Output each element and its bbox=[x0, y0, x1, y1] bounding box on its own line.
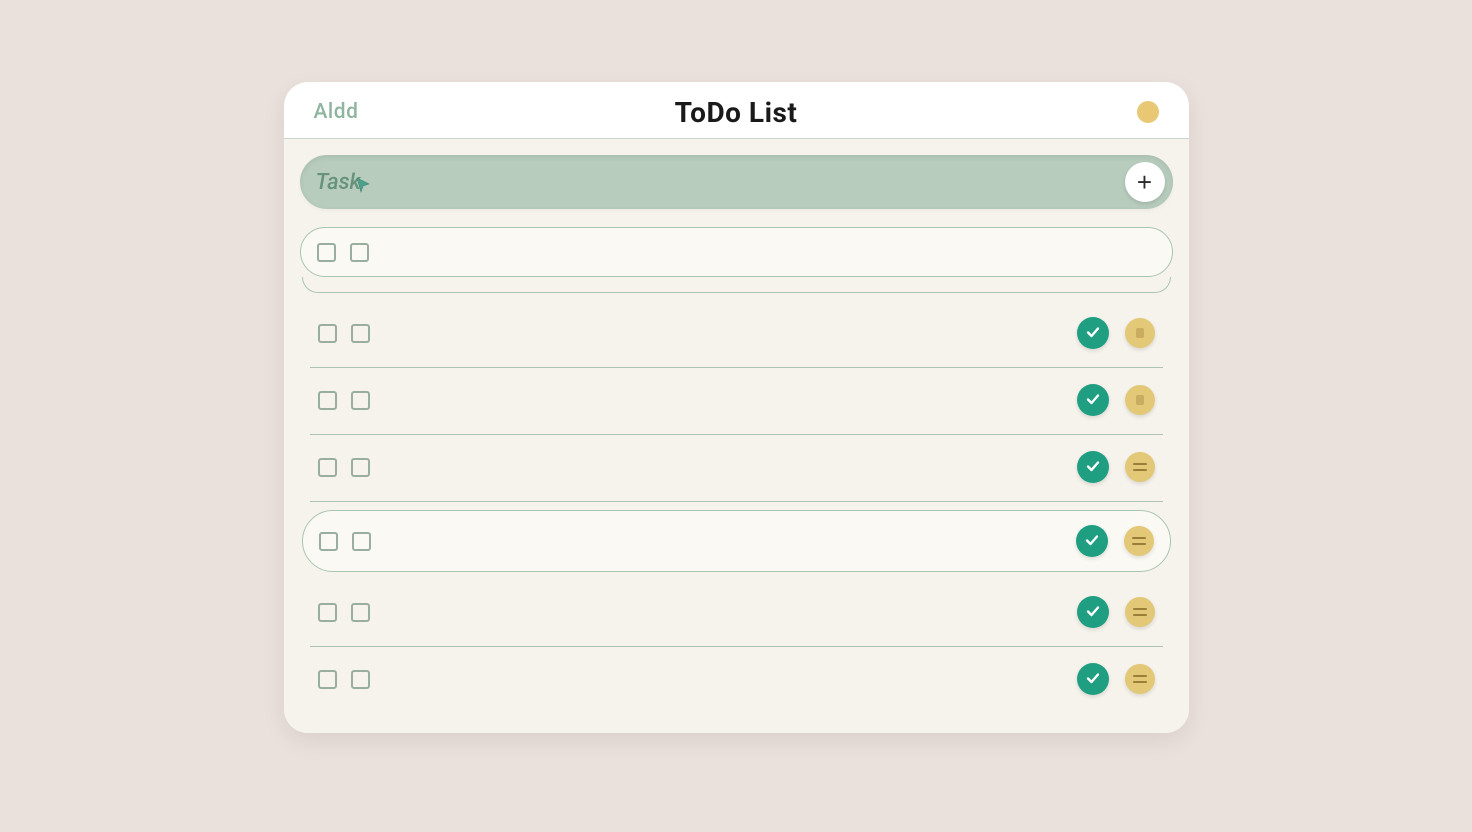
task-checkbox-primary[interactable] bbox=[318, 458, 337, 477]
task-row[interactable] bbox=[310, 368, 1163, 435]
task-actions bbox=[1077, 384, 1159, 416]
task-checkbox-primary[interactable] bbox=[317, 243, 336, 262]
task-checkbox-secondary[interactable] bbox=[351, 324, 370, 343]
secondary-action-button[interactable] bbox=[1125, 664, 1155, 694]
task-checkbox-secondary[interactable] bbox=[350, 243, 369, 262]
task-left bbox=[314, 603, 384, 622]
check-icon bbox=[1085, 324, 1101, 343]
task-left bbox=[313, 243, 383, 262]
action-icon bbox=[1136, 395, 1144, 405]
task-left bbox=[314, 670, 384, 689]
check-icon bbox=[1085, 670, 1101, 689]
task-actions bbox=[1076, 525, 1158, 557]
task-row[interactable] bbox=[310, 301, 1163, 368]
cursor-icon bbox=[355, 175, 373, 193]
action-icon bbox=[1136, 328, 1144, 338]
task-actions bbox=[1077, 663, 1159, 695]
task-checkbox-secondary[interactable] bbox=[351, 458, 370, 477]
check-icon bbox=[1085, 391, 1101, 410]
task-left bbox=[314, 458, 384, 477]
add-task-input-wrapper[interactable]: Task + bbox=[300, 155, 1173, 209]
task-row[interactable] bbox=[300, 227, 1173, 277]
status-dot-icon[interactable] bbox=[1137, 101, 1159, 123]
check-icon bbox=[1085, 603, 1101, 622]
task-checkbox-primary[interactable] bbox=[318, 670, 337, 689]
task-checkbox-secondary[interactable] bbox=[351, 603, 370, 622]
task-checkbox-secondary[interactable] bbox=[352, 532, 371, 551]
task-row[interactable] bbox=[302, 510, 1171, 572]
check-icon bbox=[1085, 458, 1101, 477]
task-checkbox-primary[interactable] bbox=[318, 324, 337, 343]
content-area: Task + bbox=[284, 139, 1189, 733]
secondary-action-button[interactable] bbox=[1125, 385, 1155, 415]
task-row[interactable] bbox=[310, 647, 1163, 713]
header-left-label: Aldd bbox=[314, 100, 359, 124]
complete-button[interactable] bbox=[1077, 451, 1109, 483]
task-checkbox-secondary[interactable] bbox=[351, 670, 370, 689]
check-icon bbox=[1084, 532, 1100, 551]
task-actions bbox=[1077, 317, 1159, 349]
complete-button[interactable] bbox=[1076, 525, 1108, 557]
complete-button[interactable] bbox=[1077, 596, 1109, 628]
complete-button[interactable] bbox=[1077, 384, 1109, 416]
task-checkbox-secondary[interactable] bbox=[351, 391, 370, 410]
task-actions bbox=[1077, 596, 1159, 628]
task-row[interactable] bbox=[310, 435, 1163, 502]
task-row-spacer bbox=[302, 277, 1171, 293]
page-title: ToDo List bbox=[675, 96, 798, 129]
task-actions bbox=[1077, 451, 1159, 483]
task-left bbox=[315, 532, 385, 551]
secondary-action-button[interactable] bbox=[1125, 452, 1155, 482]
complete-button[interactable] bbox=[1077, 663, 1109, 695]
task-checkbox-primary[interactable] bbox=[318, 603, 337, 622]
task-checkbox-primary[interactable] bbox=[318, 391, 337, 410]
task-checkbox-primary[interactable] bbox=[319, 532, 338, 551]
secondary-action-button[interactable] bbox=[1124, 526, 1154, 556]
add-task-button[interactable]: + bbox=[1125, 162, 1165, 202]
task-row[interactable] bbox=[310, 580, 1163, 647]
todo-card: Aldd ToDo List Task + bbox=[284, 82, 1189, 733]
task-list bbox=[300, 293, 1173, 713]
secondary-action-button[interactable] bbox=[1125, 597, 1155, 627]
header: Aldd ToDo List bbox=[284, 82, 1189, 139]
task-left bbox=[314, 391, 384, 410]
task-left bbox=[314, 324, 384, 343]
add-task-placeholder: Task bbox=[316, 170, 373, 195]
secondary-action-button[interactable] bbox=[1125, 318, 1155, 348]
plus-icon: + bbox=[1137, 169, 1152, 195]
complete-button[interactable] bbox=[1077, 317, 1109, 349]
